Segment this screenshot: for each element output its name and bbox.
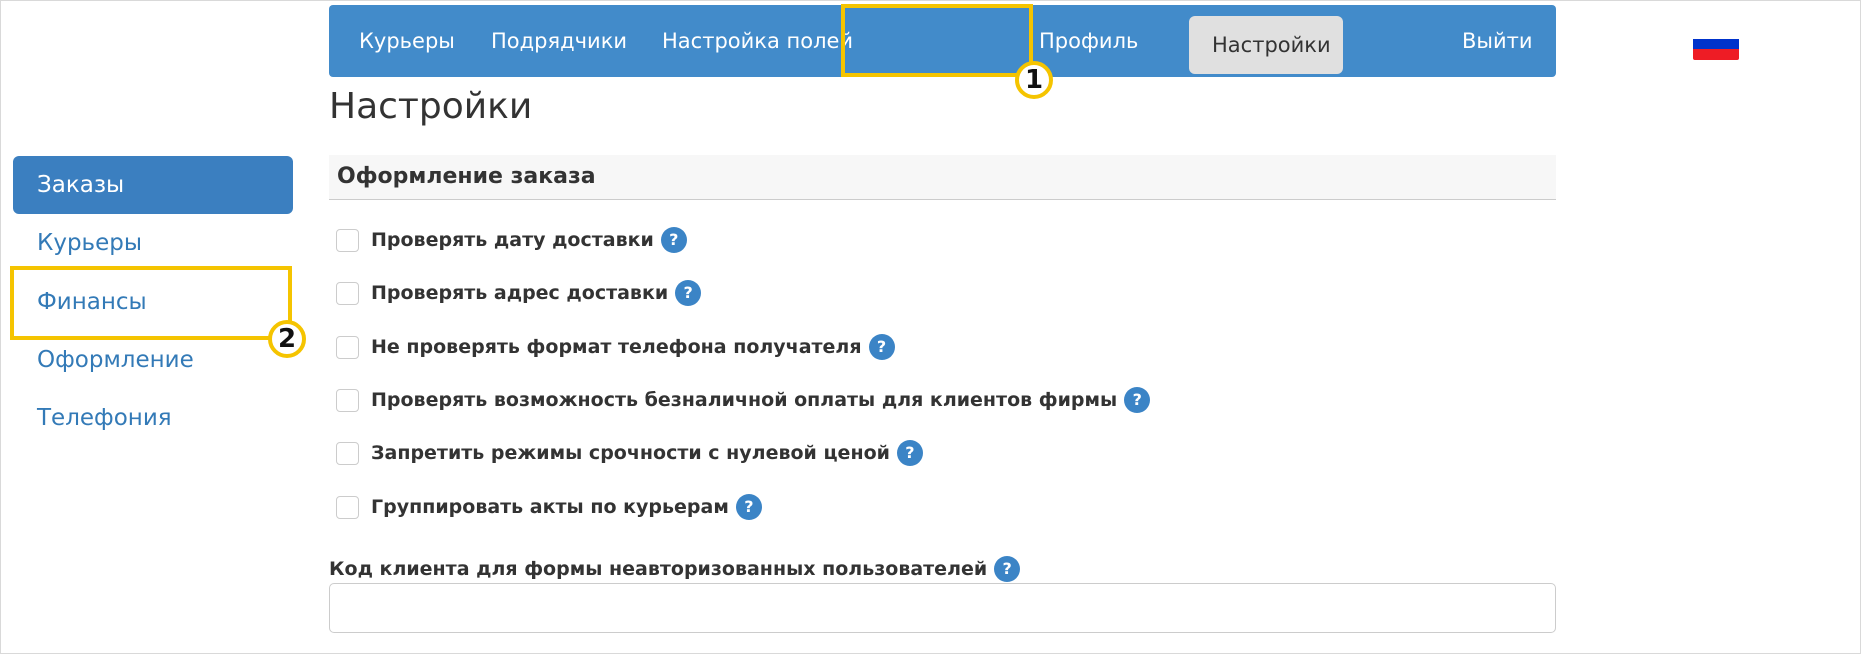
option-label: Проверять дату доставки	[371, 229, 654, 251]
russia-flag-icon[interactable]	[1693, 28, 1739, 60]
checkbox[interactable]	[336, 335, 359, 359]
annotation-badge-1: 1	[1015, 61, 1053, 99]
client-code-input[interactable]	[329, 583, 1556, 633]
option-group-acts-by-courier: Группировать акты по курьерам ?	[336, 494, 762, 520]
client-code-label-row: Код клиента для формы неавторизованных п…	[329, 556, 1021, 582]
sidebar-item-couriers[interactable]: Курьеры	[13, 214, 293, 272]
annotation-badge-2: 2	[268, 320, 306, 358]
help-icon[interactable]: ?	[896, 440, 923, 466]
option-skip-phone-format: Не проверять формат телефона получателя …	[336, 334, 895, 360]
option-label: Группировать акты по курьерам	[371, 496, 729, 518]
help-icon[interactable]: ?	[735, 494, 762, 520]
help-icon[interactable]: ?	[868, 334, 895, 360]
sidebar-item-telephony[interactable]: Телефония	[13, 389, 293, 447]
help-icon[interactable]: ?	[1124, 387, 1151, 413]
page-title: Настройки	[329, 86, 533, 127]
nav-field-settings[interactable]: Настройка полей	[662, 5, 853, 77]
checkbox[interactable]	[336, 281, 359, 305]
nav-contractors[interactable]: Подрядчики	[491, 5, 627, 77]
section-title: Оформление заказа	[337, 164, 596, 189]
option-label: Не проверять формат телефона получателя	[371, 336, 862, 358]
highlight-box-2	[10, 266, 292, 340]
option-check-delivery-address: Проверять адрес доставки ?	[336, 280, 702, 306]
highlight-box-1	[841, 4, 1033, 77]
nav-settings[interactable]: Настройки	[1212, 16, 1331, 74]
help-icon[interactable]: ?	[675, 280, 702, 306]
checkbox[interactable]	[336, 495, 359, 519]
option-check-cashless-payment: Проверять возможность безналичной оплаты…	[336, 387, 1151, 413]
nav-couriers[interactable]: Курьеры	[359, 5, 455, 77]
logout-link[interactable]: Выйти	[1462, 5, 1533, 77]
option-forbid-zero-price-urgency: Запретить режимы срочности с нулевой цен…	[336, 440, 923, 466]
section-header: Оформление заказа	[329, 155, 1556, 200]
checkbox[interactable]	[336, 441, 359, 465]
checkbox[interactable]	[336, 388, 359, 412]
option-label: Проверять возможность безналичной оплаты…	[371, 389, 1118, 411]
option-label: Проверять адрес доставки	[371, 282, 669, 304]
sidebar-item-orders[interactable]: Заказы	[13, 156, 293, 214]
help-icon[interactable]: ?	[994, 556, 1021, 582]
checkbox[interactable]	[336, 228, 359, 252]
help-icon[interactable]: ?	[660, 227, 687, 253]
client-code-label: Код клиента для формы неавторизованных п…	[329, 558, 988, 580]
option-check-delivery-date: Проверять дату доставки ?	[336, 227, 687, 253]
option-label: Запретить режимы срочности с нулевой цен…	[371, 442, 890, 464]
nav-profile[interactable]: Профиль	[1039, 5, 1138, 77]
